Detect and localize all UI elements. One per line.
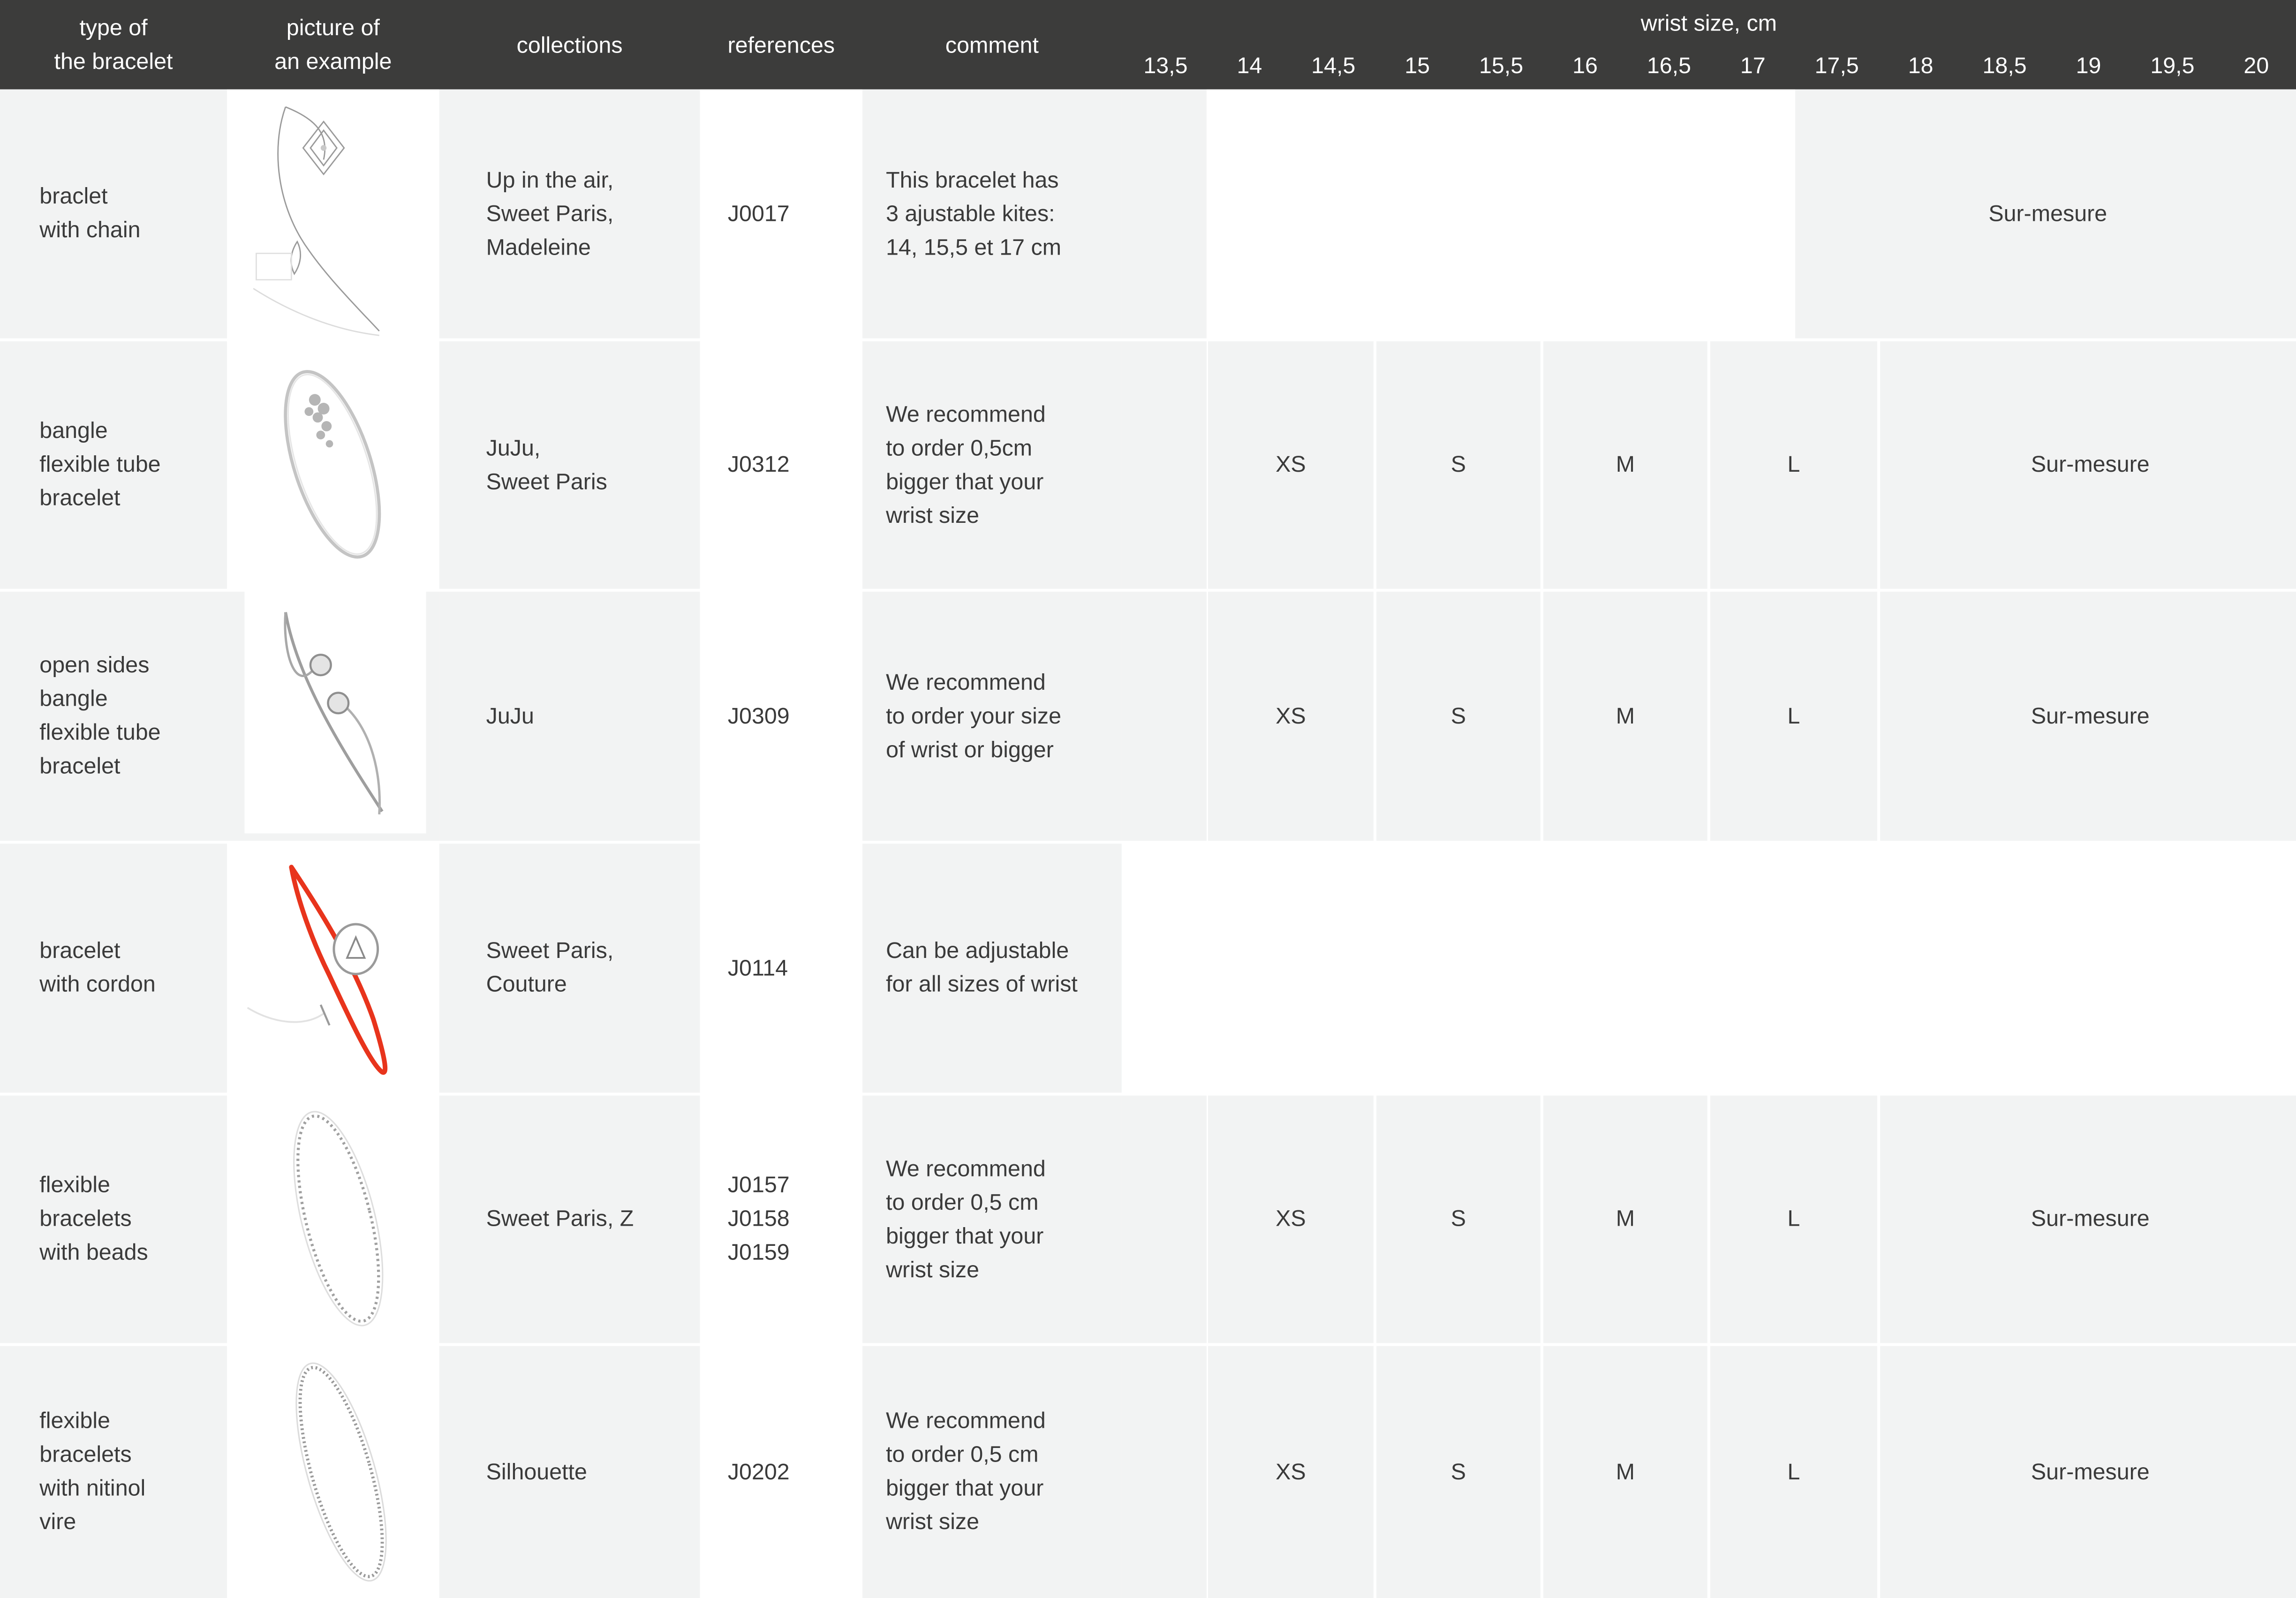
wrist-size-tick: 17: [1740, 54, 1766, 79]
row2-comment: We recommend to order 0,5cm bigger that …: [886, 402, 1046, 528]
header-references: references: [727, 33, 835, 58]
table-header: type of the bracelet picture of an examp…: [0, 0, 2296, 90]
row2-size-m: M: [1616, 452, 1635, 478]
beaded-bangle-icon: [293, 1111, 384, 1327]
row6-comment: We recommend to order 0,5 cm bigger that…: [886, 1409, 1046, 1535]
row6-type: flexible bracelets with nitinol vire: [39, 1409, 146, 1535]
size-guide-table: type of the bracelet picture of an examp…: [0, 0, 2296, 1598]
row1-comment: This bracelet has 3 ajustable kites: 14,…: [886, 167, 1062, 260]
row6-size-s: S: [1450, 1459, 1466, 1485]
header-comment: comment: [945, 33, 1039, 58]
wrist-size-tick: 14: [1237, 54, 1262, 79]
row1-surmesure: Sur-mesure: [1988, 201, 2107, 226]
row2-references: J0312: [727, 452, 790, 478]
row3-type: open sides bangle flexible tube bracelet: [39, 653, 161, 779]
row3-collections: JuJu: [486, 703, 534, 729]
wrist-size-tick: 20: [2243, 54, 2269, 79]
header-picture: picture of an example: [274, 16, 392, 75]
row6-size-gap: [1121, 1346, 1207, 1598]
chain-bracelet-with-diamond-kite-icon: [253, 106, 380, 336]
row1-type: braclet with chain: [39, 184, 141, 243]
row2-collections: JuJu, Sweet Paris: [486, 436, 607, 495]
row3-surmesure: Sur-mesure: [2031, 703, 2150, 729]
header-type: type of the bracelet: [54, 16, 173, 75]
row5-size-l: L: [1787, 1206, 1800, 1232]
row6-size-l: L: [1787, 1459, 1800, 1485]
row3-size-xs: XS: [1276, 703, 1306, 729]
wrist-size-tick: 18,5: [1982, 54, 2027, 79]
row5-type: flexible bracelets with beads: [39, 1173, 148, 1266]
header-wrist-size: wrist size, cm: [1640, 11, 1777, 37]
row2-surmesure: Sur-mesure: [2031, 452, 2150, 478]
row1-collections: Up in the air, Sweet Paris, Madeleine: [486, 167, 614, 260]
row4-type: bracelet with cordon: [39, 939, 156, 998]
row3-comment: We recommend to order your size of wrist…: [886, 670, 1061, 762]
wrist-size-tick: 14,5: [1311, 54, 1356, 79]
row3-references: J0309: [727, 703, 790, 729]
row6-size-m: M: [1616, 1459, 1635, 1485]
row4-references: J0114: [727, 956, 788, 981]
row5-size-gap: [1121, 1095, 1207, 1343]
wrist-size-tick: 15: [1405, 54, 1430, 79]
row2-type: bangle flexible tube bracelet: [39, 419, 161, 512]
wrist-size-tick: 16,5: [1646, 54, 1692, 79]
row1-size-gap: [1121, 89, 1207, 339]
open-bangle-with-two-stones-icon: [244, 591, 426, 834]
red-cord-bracelet-icon: [247, 865, 388, 1075]
wrist-size-tick: 18: [1908, 54, 1933, 79]
row6-collections: Silhouette: [486, 1459, 587, 1485]
row5-size-xs: XS: [1276, 1206, 1306, 1232]
nitinol-bangle-icon: [295, 1362, 387, 1582]
row6-references: J0202: [727, 1459, 790, 1485]
bangle-with-diamond-cluster-icon: [284, 370, 381, 559]
row1-size-range: [1206, 89, 1796, 339]
row4-collections: Sweet Paris, Couture: [486, 939, 614, 998]
row2-size-xs: XS: [1276, 452, 1306, 478]
row3-size-m: M: [1616, 703, 1635, 729]
row3-size-l: L: [1787, 703, 1800, 729]
row5-surmesure: Sur-mesure: [2031, 1206, 2150, 1232]
row5-collections: Sweet Paris, Z: [486, 1206, 634, 1232]
row3-size-s: S: [1450, 703, 1466, 729]
row6-size-xs: XS: [1276, 1459, 1306, 1485]
row1-references: J0017: [727, 201, 790, 226]
row2-size-s: S: [1450, 452, 1466, 478]
wrist-size-tick: 13,5: [1143, 54, 1188, 79]
row6-surmesure: Sur-mesure: [2031, 1459, 2150, 1485]
wrist-size-tick: 15,5: [1479, 54, 1524, 79]
wrist-size-tick: 19: [2076, 54, 2101, 79]
header-collections: collections: [516, 33, 623, 58]
row5-comment: We recommend to order 0,5 cm bigger that…: [886, 1156, 1046, 1282]
row3-size-gap: [1121, 591, 1207, 841]
wrist-size-tick: 17,5: [1814, 54, 1859, 79]
wrist-size-tick: 16: [1572, 54, 1598, 79]
row5-size-m: M: [1616, 1206, 1635, 1232]
wrist-size-tick: 19,5: [2150, 54, 2195, 79]
row4-comment: Can be adjustable for all sizes of wrist: [886, 939, 1078, 998]
row5-references: J0157 J0158 J0159: [727, 1173, 790, 1266]
row2-size-l: L: [1787, 452, 1800, 478]
row2-size-gap: [1121, 341, 1207, 589]
row5-size-s: S: [1450, 1206, 1466, 1232]
